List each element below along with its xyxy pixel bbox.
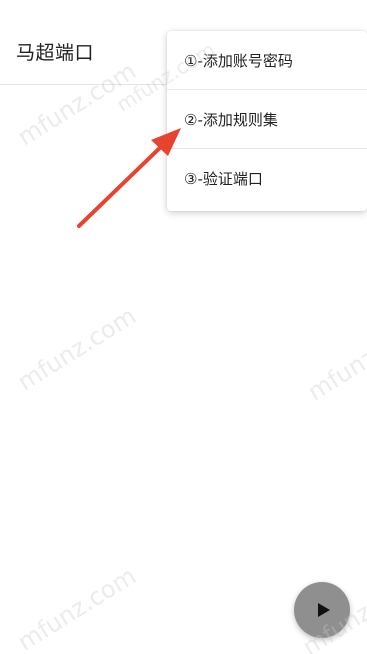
annotation-arrow-shaft [77, 138, 170, 228]
watermark: mfunz.com [302, 311, 367, 407]
play-icon [318, 603, 330, 617]
app-screen: 马超端口 ①-添加账号密码 ②-添加规则集 ③-验证端口 mfunz.com m… [0, 0, 367, 654]
watermark: mfunz.com [12, 301, 141, 397]
menu-item-add-rule-set[interactable]: ②-添加规则集 [167, 90, 367, 149]
play-button[interactable] [294, 582, 350, 638]
menu-item-verify-port[interactable]: ③-验证端口 [167, 149, 367, 208]
page-title: 马超端口 [16, 42, 95, 64]
menu-item-add-account-password[interactable]: ①-添加账号密码 [167, 31, 367, 90]
overflow-menu: ①-添加账号密码 ②-添加规则集 ③-验证端口 [167, 31, 367, 211]
watermark: mfunz.com [12, 561, 141, 654]
